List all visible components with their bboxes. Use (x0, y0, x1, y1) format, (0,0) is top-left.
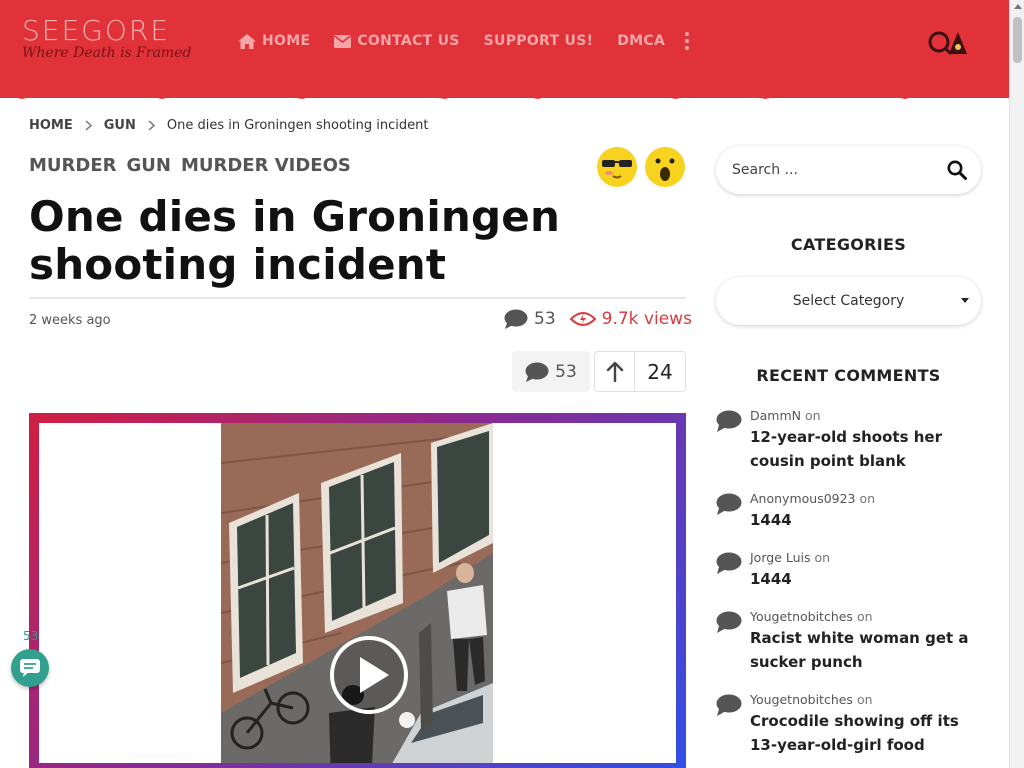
chevron-right-icon (148, 120, 155, 131)
site-logo[interactable]: SEEGORE Where Death is Framed (22, 14, 191, 61)
chevron-right-icon (85, 120, 92, 131)
nav-item-dmca[interactable]: DMCA (617, 33, 665, 49)
comment-icon (716, 552, 742, 574)
page-scrollbar[interactable] (1009, 0, 1024, 768)
scroll-up-arrow-icon[interactable] (1014, 4, 1022, 9)
site-title[interactable]: SEEGORE (22, 14, 191, 47)
comment-on-label: on (856, 609, 873, 624)
envelope-icon (334, 34, 352, 48)
video-area[interactable] (39, 423, 676, 763)
comments-button[interactable]: 53 (512, 351, 590, 392)
search-icon[interactable] (947, 160, 967, 180)
comment-author[interactable]: Anonymous0923 (750, 491, 856, 506)
post-meta: 53 9.7k views (504, 309, 692, 329)
comment-on-label: on (856, 692, 873, 707)
video-player[interactable] (29, 413, 686, 768)
meta-comment-count: 53 (534, 309, 556, 329)
search-input[interactable] (732, 162, 922, 178)
meta-view-count: 9.7k views (601, 309, 692, 329)
title-divider (29, 297, 686, 299)
recent-comment: Jorge Luis on 1444 (716, 550, 981, 591)
comment-post-link[interactable]: 1444 (750, 508, 875, 532)
comment-post-link[interactable]: 1444 (750, 567, 830, 591)
nav-label-contact: CONTACT US (357, 33, 460, 49)
comment-on-label: on (859, 491, 876, 506)
nav-label-support: SUPPORT US! (483, 33, 594, 49)
comment-icon (716, 410, 742, 432)
cool-face-icon[interactable] (596, 146, 638, 188)
recent-comment: Yougetnobitches on Crocodile showing off… (716, 692, 981, 757)
comment-author[interactable]: Yougetnobitches (750, 692, 853, 707)
meta-comments[interactable]: 53 (504, 309, 556, 329)
comment-icon (525, 362, 549, 382)
breadcrumb-home[interactable]: HOME (29, 118, 73, 133)
comment-author[interactable]: Jorge Luis (750, 550, 811, 565)
main-nav: HOME CONTACT US SUPPORT US! DMCA (238, 32, 690, 50)
vote-box: 24 (594, 351, 686, 392)
nav-item-home[interactable]: HOME (238, 33, 310, 49)
comment-icon (716, 694, 742, 716)
upvote-button[interactable] (595, 352, 635, 391)
search-box (716, 146, 981, 194)
reactions (596, 146, 686, 188)
categories-heading: CATEGORIES (790, 235, 907, 254)
category-select[interactable]: Select Category (716, 277, 981, 325)
post-title: One dies in Groningen shooting incident (29, 192, 561, 289)
floating-comments-button[interactable] (11, 649, 49, 687)
category-gun[interactable]: GUN (127, 155, 171, 176)
meta-views: 9.7k views (569, 309, 692, 329)
nav-item-support[interactable]: SUPPORT US! (484, 33, 594, 49)
breadcrumb: HOME GUN One dies in Groningen shooting … (29, 118, 428, 133)
breadcrumb-gun[interactable]: GUN (104, 118, 136, 133)
comment-icon (716, 611, 742, 633)
category-select-value: Select Category (792, 293, 905, 309)
post-actions: 53 24 (512, 351, 686, 392)
nav-label-dmca: DMCA (617, 33, 666, 49)
chat-bubble-icon (20, 659, 40, 677)
recent-comment: DammN on 12-year-old shoots her cousin p… (716, 408, 981, 473)
nav-item-contact[interactable]: CONTACT US (334, 33, 459, 49)
recent-comments-heading: RECENT COMMENTS (756, 366, 941, 385)
kebab-icon[interactable] (685, 32, 690, 50)
brand-icon[interactable] (927, 28, 989, 58)
comments-button-count: 53 (555, 361, 577, 382)
post-date: 2 weeks ago (29, 313, 111, 328)
comment-on-label: on (804, 408, 821, 423)
comment-post-link[interactable]: Racist white woman get a sucker punch (750, 626, 981, 674)
torn-edge (0, 84, 1009, 99)
comment-icon (504, 309, 528, 329)
comment-post-link[interactable]: Crocodile showing off its 13-year-old-gi… (750, 709, 981, 757)
comment-post-link[interactable]: 12-year-old shoots her cousin point blan… (750, 425, 981, 473)
eye-icon (569, 312, 596, 326)
floating-comment-count: 53 (23, 629, 39, 643)
comment-icon (716, 493, 742, 515)
shocked-face-icon[interactable] (644, 146, 686, 188)
nav-label-home: HOME (262, 33, 311, 49)
recent-comments-list: DammN on 12-year-old shoots her cousin p… (716, 408, 981, 768)
category-murder-videos[interactable]: MURDER VIDEOS (181, 155, 351, 176)
caret-down-icon (961, 298, 969, 303)
home-icon (238, 33, 256, 49)
post-categories: MURDER GUN MURDER VIDEOS (29, 155, 351, 176)
vote-count: 24 (647, 359, 673, 384)
category-murder[interactable]: MURDER (29, 155, 117, 176)
breadcrumb-current: One dies in Groningen shooting incident (166, 118, 429, 133)
comment-on-label: on (814, 550, 831, 565)
recent-comment: Anonymous0923 on 1444 (716, 491, 981, 532)
site-tagline: Where Death is Framed (22, 45, 192, 61)
comment-author[interactable]: Yougetnobitches (750, 609, 853, 624)
comment-author[interactable]: DammN (750, 408, 801, 423)
scroll-thumb[interactable] (1013, 17, 1022, 63)
recent-comment: Yougetnobitches on Racist white woman ge… (716, 609, 981, 674)
arrow-up-icon (606, 361, 623, 382)
play-icon[interactable] (329, 635, 409, 715)
